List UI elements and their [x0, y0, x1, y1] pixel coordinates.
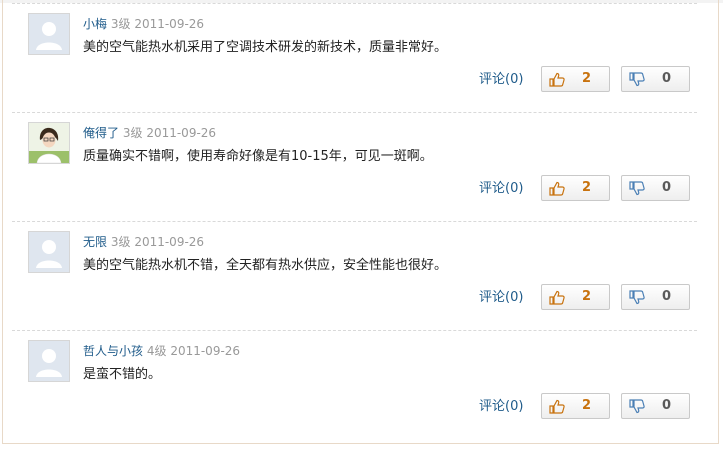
comment-separator [12, 112, 697, 113]
comment-text: 美的空气能热水机不错，全天都有热水供应，安全性能也很好。 [83, 258, 448, 273]
reply-link[interactable]: 评论(0) [479, 71, 523, 89]
comment-item: 小梅 3级 2011-09-26 美的空气能热水机采用了空调技术研发的新技术，质… [12, 3, 697, 112]
reply-link[interactable]: 评论(0) [479, 289, 523, 307]
comment-item: 哲人与小孩 4级 2011-09-26 是蛮不错的。 评论(0) 2 0 [12, 330, 697, 439]
comment-text: 是蛮不错的。 [83, 367, 162, 382]
dislike-button[interactable]: 0 [621, 393, 690, 419]
like-button[interactable]: 2 [541, 284, 610, 310]
username-link[interactable]: 哲人与小孩 [83, 344, 143, 358]
comment-text: 美的空气能热水机采用了空调技术研发的新技术，质量非常好。 [83, 40, 448, 55]
user-photo-avatar[interactable] [28, 122, 70, 164]
dislike-count: 0 [662, 71, 672, 86]
comment-separator [12, 3, 697, 4]
comment-meta: 小梅 3级 2011-09-26 [83, 16, 204, 32]
comment-meta: 哲人与小孩 4级 2011-09-26 [83, 343, 240, 359]
dislike-button[interactable]: 0 [621, 284, 690, 310]
reply-link[interactable]: 评论(0) [479, 180, 523, 198]
comment-meta: 无限 3级 2011-09-26 [83, 234, 204, 250]
username-link[interactable]: 无限 [83, 235, 107, 249]
like-button[interactable]: 2 [541, 175, 610, 201]
thumbs-up-icon [549, 181, 565, 196]
thumbs-down-icon [629, 181, 645, 196]
username-link[interactable]: 小梅 [83, 17, 107, 31]
user-level: 4级 [146, 344, 167, 358]
user-level: 3级 [110, 235, 131, 249]
user-level: 3级 [110, 17, 131, 31]
username-link[interactable]: 俺得了 [83, 126, 119, 140]
like-count: 2 [582, 71, 592, 86]
dislike-count: 0 [662, 289, 672, 304]
default-avatar-icon[interactable] [28, 231, 70, 273]
like-count: 2 [582, 398, 592, 413]
dislike-count: 0 [662, 180, 672, 195]
thumbs-up-icon [549, 290, 565, 305]
comment-separator [12, 330, 697, 331]
comment-separator [12, 221, 697, 222]
comment-item: 俺得了 3级 2011-09-26 质量确实不错啊，使用寿命好像是有10-15年… [12, 112, 697, 221]
user-level: 3级 [122, 126, 143, 140]
thumbs-down-icon [629, 72, 645, 87]
thumbs-up-icon [549, 399, 565, 414]
comment-meta: 俺得了 3级 2011-09-26 [83, 125, 216, 141]
like-button[interactable]: 2 [541, 66, 610, 92]
comment-date: 2011-09-26 [170, 344, 241, 358]
comment-item: 无限 3级 2011-09-26 美的空气能热水机不错，全天都有热水供应，安全性… [12, 221, 697, 330]
dislike-button[interactable]: 0 [621, 66, 690, 92]
thumbs-down-icon [629, 399, 645, 414]
like-button[interactable]: 2 [541, 393, 610, 419]
dislike-count: 0 [662, 398, 672, 413]
comment-date: 2011-09-26 [146, 126, 217, 140]
like-count: 2 [582, 180, 592, 195]
default-avatar-icon[interactable] [28, 340, 70, 382]
comment-date: 2011-09-26 [134, 235, 205, 249]
dislike-button[interactable]: 0 [621, 175, 690, 201]
like-count: 2 [582, 289, 592, 304]
comment-date: 2011-09-26 [134, 17, 205, 31]
default-avatar-icon[interactable] [28, 13, 70, 55]
thumbs-down-icon [629, 290, 645, 305]
comment-text: 质量确实不错啊，使用寿命好像是有10-15年，可见一斑啊。 [83, 149, 433, 164]
thumbs-up-icon [549, 72, 565, 87]
reply-link[interactable]: 评论(0) [479, 398, 523, 416]
